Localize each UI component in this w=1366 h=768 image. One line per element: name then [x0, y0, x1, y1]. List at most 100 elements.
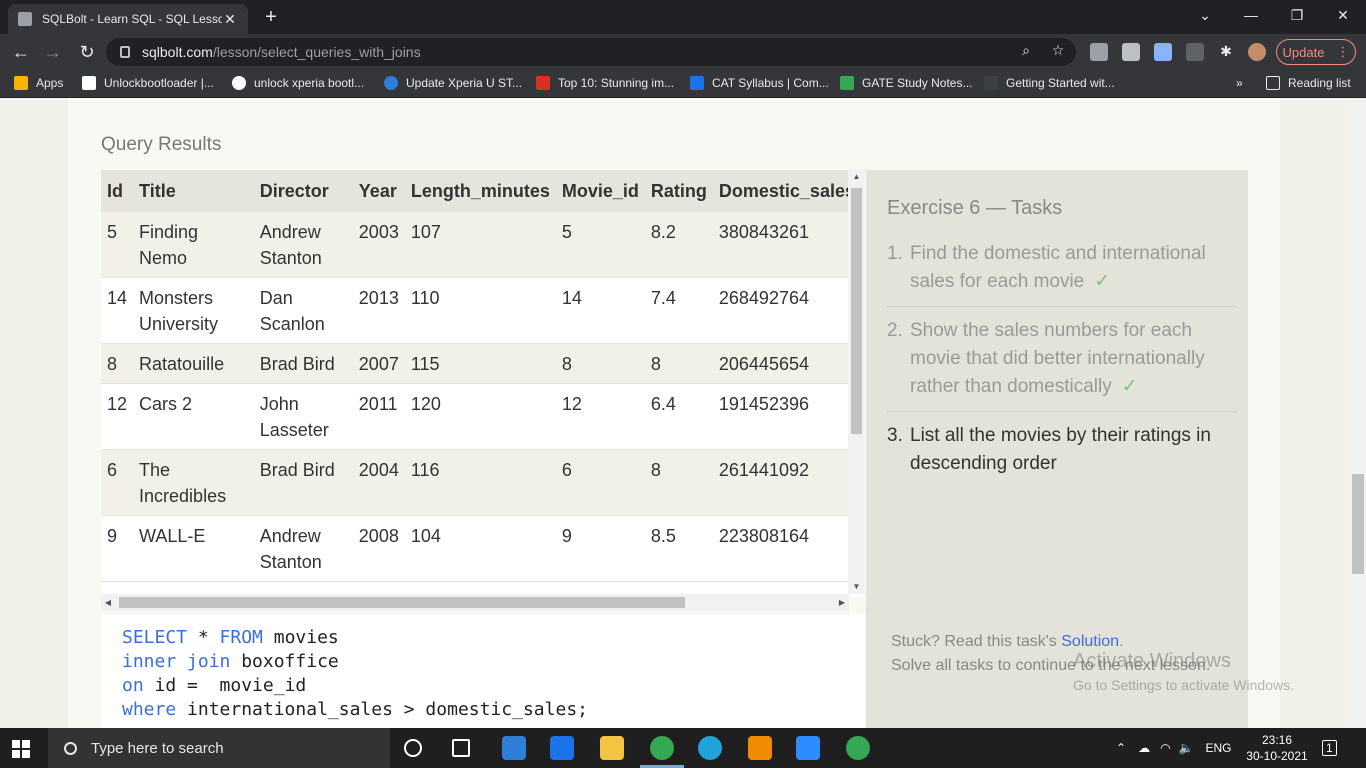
close-tab-icon[interactable]: ✕	[222, 11, 238, 28]
apps-grid-icon	[14, 76, 28, 90]
system-tray: ⌃ ☁ ◠ 🔈 ENG	[1116, 728, 1232, 768]
edge-icon[interactable]	[698, 736, 722, 760]
bookmark-label: Unlockbootloader |...	[104, 76, 214, 90]
restore-button[interactable]: ❐	[1274, 0, 1320, 34]
mail-icon[interactable]	[550, 736, 574, 760]
table-cell: 9	[555, 515, 645, 582]
bookmark-getting-started[interactable]: Getting Started wit...	[984, 76, 1115, 90]
table-cell: Dan Scanlon	[253, 277, 353, 344]
sql-text: movies	[262, 627, 339, 648]
bookmark-star-icon[interactable]: ☆	[1048, 40, 1068, 60]
results-horizontal-scrollbar[interactable]: ◀ ▶	[101, 594, 849, 611]
table-cell: 9	[101, 515, 134, 582]
back-button[interactable]: ←	[8, 40, 34, 64]
notification-center-button[interactable]: 1	[1322, 728, 1337, 768]
table-cell: 7.4	[644, 277, 713, 344]
task-number: 1.	[887, 243, 903, 264]
chart-extension-icon[interactable]	[1186, 43, 1204, 61]
table-row: 9 WALL-E Andrew Stanton 2008 104 9 8.5 22380816…	[101, 515, 861, 582]
search-icon	[64, 741, 77, 755]
scroll-right-icon[interactable]: ▶	[835, 594, 849, 611]
s-logo-icon	[82, 76, 96, 90]
table-cell: 2013	[352, 277, 405, 344]
chrome-icon[interactable]	[650, 736, 674, 760]
extension-2-icon[interactable]	[1122, 43, 1140, 61]
forward-button[interactable]: →	[40, 40, 66, 64]
chevron-up-icon[interactable]: ⌃	[1116, 741, 1126, 755]
browser-tab[interactable]: SQLBolt - Learn SQL - SQL Lessor ✕	[8, 4, 248, 34]
bookmark-unlock-xperia[interactable]: unlock xperia bootl...	[232, 76, 364, 90]
zoom-icon[interactable]	[796, 736, 820, 760]
bookmark-update-xperia[interactable]: Update Xperia U ST...	[384, 76, 522, 90]
reload-button[interactable]: ↻	[74, 40, 100, 64]
task-text-content: Find the domestic and international sale…	[910, 243, 1206, 292]
scroll-down-icon[interactable]: ▼	[848, 580, 865, 594]
volume-icon[interactable]: 🔈	[1179, 741, 1194, 755]
extension-1-icon[interactable]	[1090, 43, 1108, 61]
new-tab-button[interactable]: +	[258, 4, 284, 30]
scroll-up-icon[interactable]: ▲	[848, 170, 865, 184]
cortana-icon[interactable]	[404, 739, 422, 757]
profile-avatar[interactable]	[1248, 43, 1266, 61]
scroll-left-icon[interactable]: ◀	[101, 594, 115, 611]
watermark-line-2: Go to Settings to activate Windows.	[1073, 677, 1294, 693]
start-button[interactable]	[12, 740, 30, 758]
address-bar[interactable]: sqlbolt.com/lesson/select_queries_with_j…	[106, 38, 1076, 66]
column-header: Title	[133, 170, 254, 212]
bookmark-cat-syllabus[interactable]: CAT Syllabus | Com...	[690, 76, 829, 90]
tab-search-icon[interactable]: ⌄	[1182, 0, 1228, 34]
exercise-tasks-panel: Exercise 6 — Tasks 1. Find the domestic a…	[866, 170, 1248, 728]
task-view-icon[interactable]	[452, 739, 470, 757]
file-explorer-icon[interactable]	[600, 736, 624, 760]
table-cell: 12	[101, 383, 134, 450]
zoom-icon[interactable]: ⌕	[1016, 40, 1036, 60]
taskbar-search-box[interactable]: Type here to search	[48, 728, 390, 768]
sql-text: international_sales > domestic_sales;	[176, 699, 588, 720]
vlc-icon[interactable]	[748, 736, 772, 760]
extensions-puzzle-icon[interactable]: ✱	[1216, 41, 1236, 61]
page-scroll-thumb[interactable]	[1352, 474, 1364, 574]
wifi-icon[interactable]: ◠	[1160, 741, 1170, 755]
table-cell: Ratatouille	[133, 343, 254, 384]
table-row: 14 Monsters University Dan Scanlon 2013 110 1…	[101, 277, 861, 344]
column-header: Year	[352, 170, 405, 212]
camera-extension-icon[interactable]	[1154, 43, 1172, 61]
task-number: 3.	[887, 425, 903, 446]
reading-list-button[interactable]: Reading list	[1266, 76, 1351, 90]
page-icon	[984, 76, 998, 90]
close-window-button[interactable]: ✕	[1320, 0, 1366, 34]
bookmark-top-10[interactable]: Top 10: Stunning im...	[536, 76, 674, 90]
table-cell: 2004	[352, 449, 405, 516]
bookmark-label: Apps	[36, 76, 64, 90]
page-vertical-scrollbar[interactable]	[1350, 98, 1366, 728]
task-list: 1. Find the domestic and international sa…	[887, 236, 1237, 494]
leaf-icon	[840, 76, 854, 90]
solution-link[interactable]: Solution	[1061, 633, 1119, 650]
column-header: Domestic_sales	[712, 170, 861, 212]
table-cell: 5	[555, 212, 645, 278]
results-vertical-scrollbar[interactable]: ▲ ▼	[848, 170, 865, 594]
scroll-thumb[interactable]	[119, 597, 685, 608]
minimize-button[interactable]: —	[1228, 0, 1274, 34]
update-button[interactable]: Update ⋮	[1276, 39, 1356, 65]
onedrive-icon[interactable]: ☁	[1138, 741, 1150, 755]
bookmark-unlockbootloader[interactable]: Unlockbootloader |...	[82, 76, 214, 90]
bookmark-apps[interactable]: Apps	[14, 76, 63, 90]
table-cell: WALL-E	[133, 515, 254, 582]
chrome-profile-icon[interactable]	[846, 736, 870, 760]
language-indicator[interactable]: ENG	[1206, 741, 1232, 755]
sql-text: id = movie_id	[143, 675, 307, 696]
sql-editor[interactable]: SELECT * FROM movies inner join boxoffice…	[101, 614, 865, 728]
clock[interactable]: 23:16 30-10-2021	[1246, 732, 1308, 764]
store-icon[interactable]	[502, 736, 526, 760]
scroll-thumb[interactable]	[851, 188, 862, 434]
bookmark-label: Top 10: Stunning im...	[558, 76, 675, 90]
more-menu-icon: ⋮	[1336, 44, 1350, 59]
tab-bar: SQLBolt - Learn SQL - SQL Lessor ✕ + ⌄ —…	[0, 0, 1366, 34]
sqlbolt-favicon-icon	[18, 12, 32, 26]
task-text-content: List all the movies by their ratings in …	[910, 425, 1211, 474]
bookmark-gate-notes[interactable]: GATE Study Notes...	[840, 76, 972, 90]
more-bookmarks-button[interactable]: »	[1236, 76, 1243, 90]
sql-text: *	[187, 627, 220, 648]
stuck-suffix: .	[1119, 633, 1124, 650]
